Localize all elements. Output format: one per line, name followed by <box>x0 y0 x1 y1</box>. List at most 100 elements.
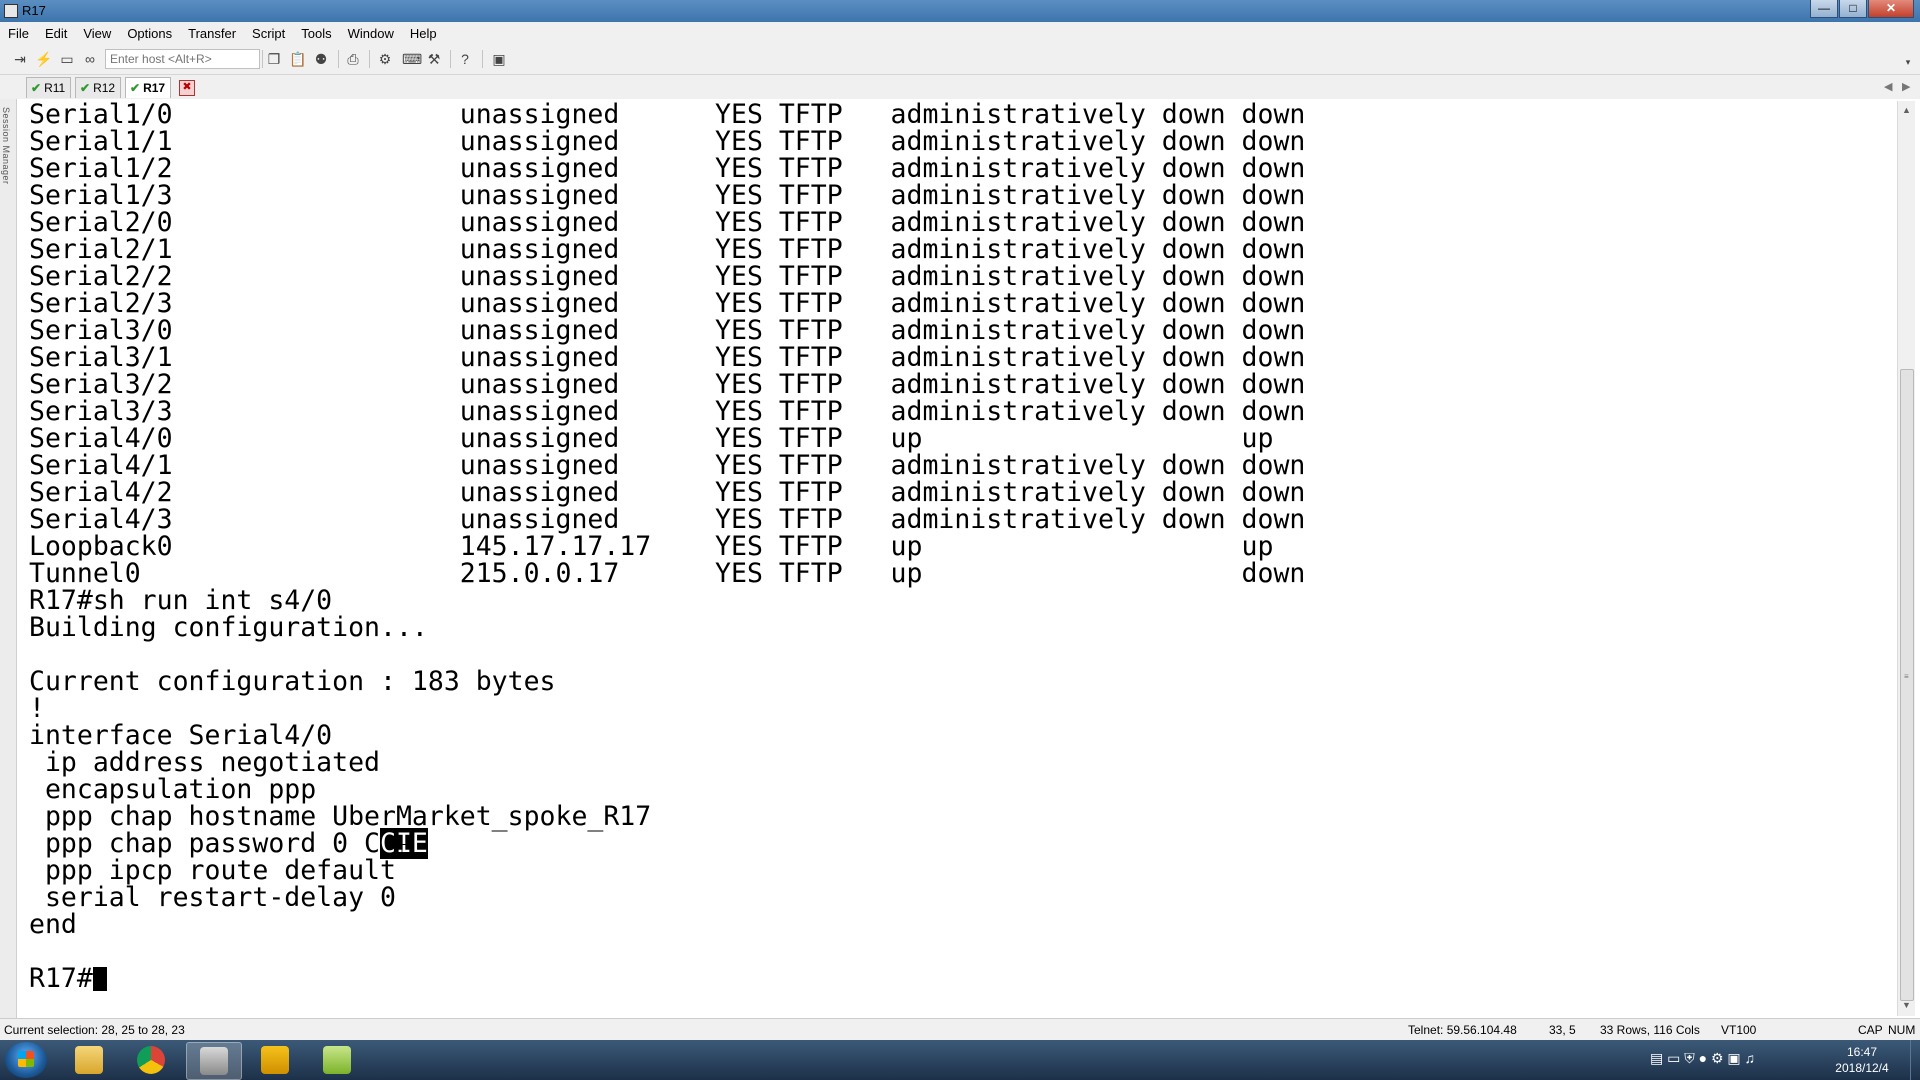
terminal-line: interface Serial4/0 <box>29 722 1305 749</box>
status-size: 33 Rows, 116 Cols <box>1600 1023 1700 1037</box>
terminal-line-text: serial restart-delay 0 <box>29 882 396 913</box>
close-tab-icon[interactable]: ✖ <box>179 80 195 96</box>
start-button[interactable] <box>5 1042 47 1078</box>
toolbar-separator <box>450 50 451 68</box>
tab-r12[interactable]: ✔ R12 <box>75 77 122 98</box>
status-emulation: VT100 <box>1721 1023 1757 1037</box>
host-input[interactable] <box>105 49 260 69</box>
show-desktop-button[interactable] <box>1910 1040 1920 1080</box>
terminal-line-text: Current configuration : 183 bytes <box>29 666 556 697</box>
terminal-line: Serial1/3 unassigned YES TFTP administra… <box>29 182 1305 209</box>
app-icon[interactable] <box>248 1042 302 1078</box>
terminal-scrollbar[interactable]: ▲ ≡ ▼ <box>1897 101 1915 1016</box>
scroll-up-icon[interactable]: ▲ <box>1902 105 1911 115</box>
scroll-grip-icon: ≡ <box>1904 672 1909 681</box>
terminal-line: end <box>29 911 1305 938</box>
window-title: R17 <box>22 3 46 18</box>
chrome-icon[interactable] <box>124 1042 178 1078</box>
terminal-line: Serial3/2 unassigned YES TFTP administra… <box>29 371 1305 398</box>
terminal-line: Serial1/2 unassigned YES TFTP administra… <box>29 155 1305 182</box>
tab-label: R11 <box>44 81 66 95</box>
find-icon[interactable]: ⚉ <box>313 51 329 67</box>
menu-edit[interactable]: Edit <box>37 26 75 41</box>
toolbar-separator <box>482 50 483 68</box>
explorer-icon[interactable] <box>62 1042 116 1078</box>
terminal-cursor <box>92 967 107 991</box>
terminal-line: Serial4/3 unassigned YES TFTP administra… <box>29 506 1305 533</box>
tab-r17[interactable]: ✔ R17 <box>125 77 172 98</box>
screen-icon[interactable]: ▣ <box>491 51 507 67</box>
check-icon: ✔ <box>80 81 91 95</box>
quick-connect-icon[interactable]: ⚡ <box>35 51 52 67</box>
sftp-icon[interactable]: ⚒ <box>426 51 442 67</box>
clock-date: 2018/12/4 <box>1835 1061 1889 1075</box>
settings-icon[interactable]: ⚙ <box>377 51 393 67</box>
connect-icon[interactable]: ⇥ <box>12 51 28 67</box>
terminal-line: Tunnel0 215.0.0.17 YES TFTP up down <box>29 560 1305 587</box>
terminal-output: Serial1/0 unassigned YES TFTP administra… <box>29 101 1305 992</box>
toolbar-chevron-icon[interactable]: ▾ <box>1900 54 1916 70</box>
tab-bar: ✔ R11 ✔ R12 ✔ R17 ✖ ◀ ▶ <box>0 75 1920 99</box>
terminal-line: Serial3/1 unassigned YES TFTP administra… <box>29 344 1305 371</box>
terminal-line: Serial4/1 unassigned YES TFTP administra… <box>29 452 1305 479</box>
menu-options[interactable]: Options <box>119 26 180 41</box>
tab-scroll-left-icon[interactable]: ◀ <box>1884 80 1892 93</box>
terminal-line: Serial3/0 unassigned YES TFTP administra… <box>29 317 1305 344</box>
status-connection: Telnet: 59.56.104.48 <box>1408 1023 1517 1037</box>
status-num: NUM <box>1888 1023 1916 1037</box>
copy-icon[interactable]: ❐ <box>266 51 282 67</box>
toolbar-separator <box>262 50 263 68</box>
menu-bar: File Edit View Options Transfer Script T… <box>0 22 1920 44</box>
menu-file[interactable]: File <box>0 26 37 41</box>
close-button[interactable]: ✕ <box>1868 0 1914 18</box>
terminal-line: ppp chap hostname UberMarket_spoke_R17 <box>29 803 1305 830</box>
securecrt-icon[interactable] <box>186 1042 242 1080</box>
scroll-down-icon[interactable]: ▼ <box>1902 1000 1911 1010</box>
terminal-line: Loopback0 145.17.17.17 YES TFTP up up <box>29 533 1305 560</box>
notepad-icon[interactable] <box>310 1042 364 1078</box>
maximize-button[interactable]: □ <box>1839 0 1867 18</box>
terminal-line: ip address negotiated <box>29 749 1305 776</box>
menu-window[interactable]: Window <box>340 26 402 41</box>
terminal-line: ! <box>29 695 1305 722</box>
terminal-line: Serial2/3 unassigned YES TFTP administra… <box>29 290 1305 317</box>
terminal-line: Current configuration : 183 bytes <box>29 668 1305 695</box>
terminal-line-text: end <box>29 909 77 940</box>
terminal-line: Serial2/2 unassigned YES TFTP administra… <box>29 263 1305 290</box>
tab-r11[interactable]: ✔ R11 <box>26 77 72 98</box>
menu-view[interactable]: View <box>75 26 119 41</box>
print-icon[interactable]: ⎙ <box>345 51 361 67</box>
connect-in-tab-icon[interactable]: ▭ <box>59 51 75 67</box>
paste-icon[interactable]: 📋 <box>289 51 306 67</box>
terminal-line: Building configuration... <box>29 614 1305 641</box>
menu-help[interactable]: Help <box>402 26 445 41</box>
session-manager-label: Session Manager <box>1 107 11 185</box>
keymap-icon[interactable]: ⌨ <box>402 51 422 67</box>
terminal-line: Serial4/2 unassigned YES TFTP administra… <box>29 479 1305 506</box>
menu-transfer[interactable]: Transfer <box>180 26 244 41</box>
menu-script[interactable]: Script <box>244 26 293 41</box>
terminal-line: Serial2/0 unassigned YES TFTP administra… <box>29 209 1305 236</box>
terminal-line: R17# <box>29 965 1305 992</box>
clock[interactable]: 16:47 2018/12/4 <box>1822 1044 1902 1076</box>
title-bar: R17 — □ ✕ <box>0 0 1920 22</box>
session-manager-strip[interactable]: Session Manager <box>0 99 17 1019</box>
tab-label: R12 <box>93 81 116 95</box>
help-icon[interactable]: ? <box>457 51 473 67</box>
terminal[interactable]: Serial1/0 unassigned YES TFTP administra… <box>17 101 1897 1016</box>
taskbar: ▤ ▭ ⛨ ● ⚙ ▣ ♫ 16:47 2018/12/4 <box>0 1040 1920 1080</box>
check-icon: ✔ <box>31 81 42 95</box>
windows-logo-icon <box>18 1051 34 1067</box>
minimize-button[interactable]: — <box>1810 0 1838 18</box>
toolbar-separator <box>338 50 339 68</box>
terminal-line-text: R17# <box>29 963 93 994</box>
reconnect-icon[interactable]: ∞ <box>82 51 98 67</box>
text-cursor-icon: ⌶ <box>396 841 408 863</box>
tab-scroll-right-icon[interactable]: ▶ <box>1902 80 1910 93</box>
terminal-line-text: Building configuration... <box>29 612 428 643</box>
system-tray[interactable]: ▤ ▭ ⛨ ● ⚙ ▣ ♫ <box>1650 1050 1755 1067</box>
scroll-thumb[interactable]: ≡ <box>1900 369 1914 1001</box>
menu-tools[interactable]: Tools <box>293 26 339 41</box>
